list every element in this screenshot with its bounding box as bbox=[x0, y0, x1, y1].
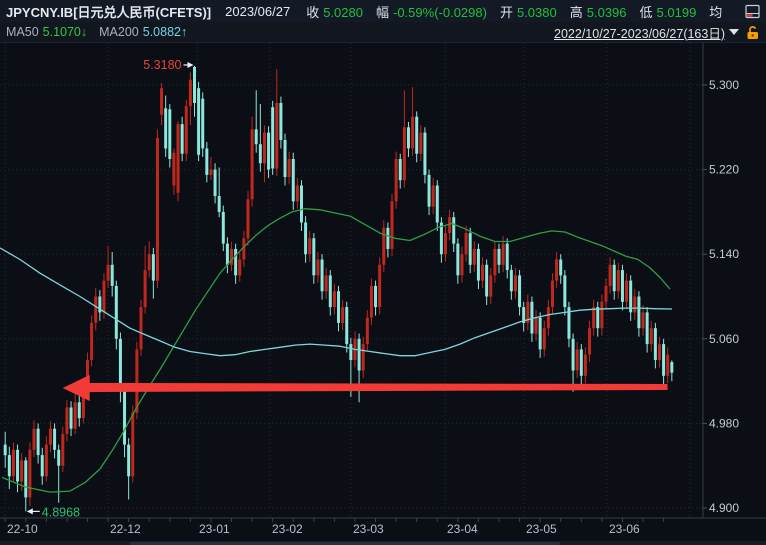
change-label: 幅 bbox=[376, 5, 389, 20]
open-value: 5.0380 bbox=[517, 5, 557, 20]
chevron-down-icon[interactable] bbox=[729, 29, 739, 35]
low-value: 5.0199 bbox=[657, 5, 697, 20]
horizontal-scrollbar[interactable] bbox=[0, 541, 766, 545]
svg-text:22-10: 22-10 bbox=[7, 522, 38, 536]
quote-header: JPYCNY.IB[日元兑人民币(CFETS)] 2023/06/27 收 5.0… bbox=[0, 0, 766, 22]
svg-text:4.980: 4.980 bbox=[709, 416, 739, 430]
svg-text:23-04: 23-04 bbox=[447, 522, 478, 536]
svg-text:5.300: 5.300 bbox=[709, 78, 739, 92]
svg-text:5.3180: 5.3180 bbox=[143, 58, 181, 72]
low-label: 低 bbox=[640, 5, 653, 20]
high-value: 5.0396 bbox=[587, 5, 627, 20]
svg-text:5.140: 5.140 bbox=[709, 247, 739, 261]
ma200-label[interactable]: MA200 bbox=[99, 25, 139, 39]
change-field: 幅 -0.59%(-0.0298) bbox=[376, 2, 487, 21]
ma50-value: 5.1070↓ bbox=[43, 25, 87, 39]
svg-text:23-02: 23-02 bbox=[272, 522, 303, 536]
date-range-selector[interactable]: 2022/10/27-2023/06/27(163日) bbox=[554, 23, 725, 42]
candlestick-chart[interactable]: 5.300 5.220 5.140 5.060 4.980 4.900 22-10 22-12… bbox=[0, 43, 766, 545]
open-label: 开 bbox=[500, 5, 513, 20]
ma200-value: 5.0882↑ bbox=[143, 25, 187, 39]
svg-text:5.220: 5.220 bbox=[709, 163, 739, 177]
ma50-label[interactable]: MA50 bbox=[6, 25, 39, 39]
svg-text:23-03: 23-03 bbox=[353, 522, 384, 536]
avg-label: 均 bbox=[709, 2, 722, 21]
indicator-bar: MA50 5.1070↓ MA200 5.0882↑ 2022/10/27-20… bbox=[0, 22, 766, 43]
chart-area[interactable]: 5.300 5.220 5.140 5.060 4.980 4.900 22-10 22-12… bbox=[0, 43, 766, 545]
quote-date: 2023/06/27 bbox=[225, 4, 290, 19]
high-label: 高 bbox=[570, 5, 583, 20]
open-field: 开 5.0380 bbox=[500, 2, 557, 21]
close-field: 收 5.0280 bbox=[306, 2, 363, 21]
svg-text:5.060: 5.060 bbox=[709, 332, 739, 346]
lock-icon[interactable] bbox=[746, 25, 760, 40]
chart-panel-icon[interactable] bbox=[745, 4, 760, 19]
svg-text:4.900: 4.900 bbox=[709, 501, 739, 515]
trading-chart-window: JPYCNY.IB[日元兑人民币(CFETS)] 2023/06/27 收 5.0… bbox=[0, 0, 766, 545]
close-value: 5.0280 bbox=[323, 5, 363, 20]
symbol-title[interactable]: JPYCNY.IB[日元兑人民币(CFETS)] bbox=[6, 2, 211, 21]
svg-text:22-12: 22-12 bbox=[110, 522, 141, 536]
close-label: 收 bbox=[306, 5, 319, 20]
svg-text:23-05: 23-05 bbox=[526, 522, 557, 536]
high-field: 高 5.0396 bbox=[570, 2, 627, 21]
svg-text:23-01: 23-01 bbox=[199, 522, 230, 536]
svg-text:4.8968: 4.8968 bbox=[42, 505, 80, 519]
low-field: 低 5.0199 bbox=[640, 2, 697, 21]
change-value: -0.59%(-0.0298) bbox=[393, 5, 487, 20]
svg-text:23-06: 23-06 bbox=[609, 522, 640, 536]
